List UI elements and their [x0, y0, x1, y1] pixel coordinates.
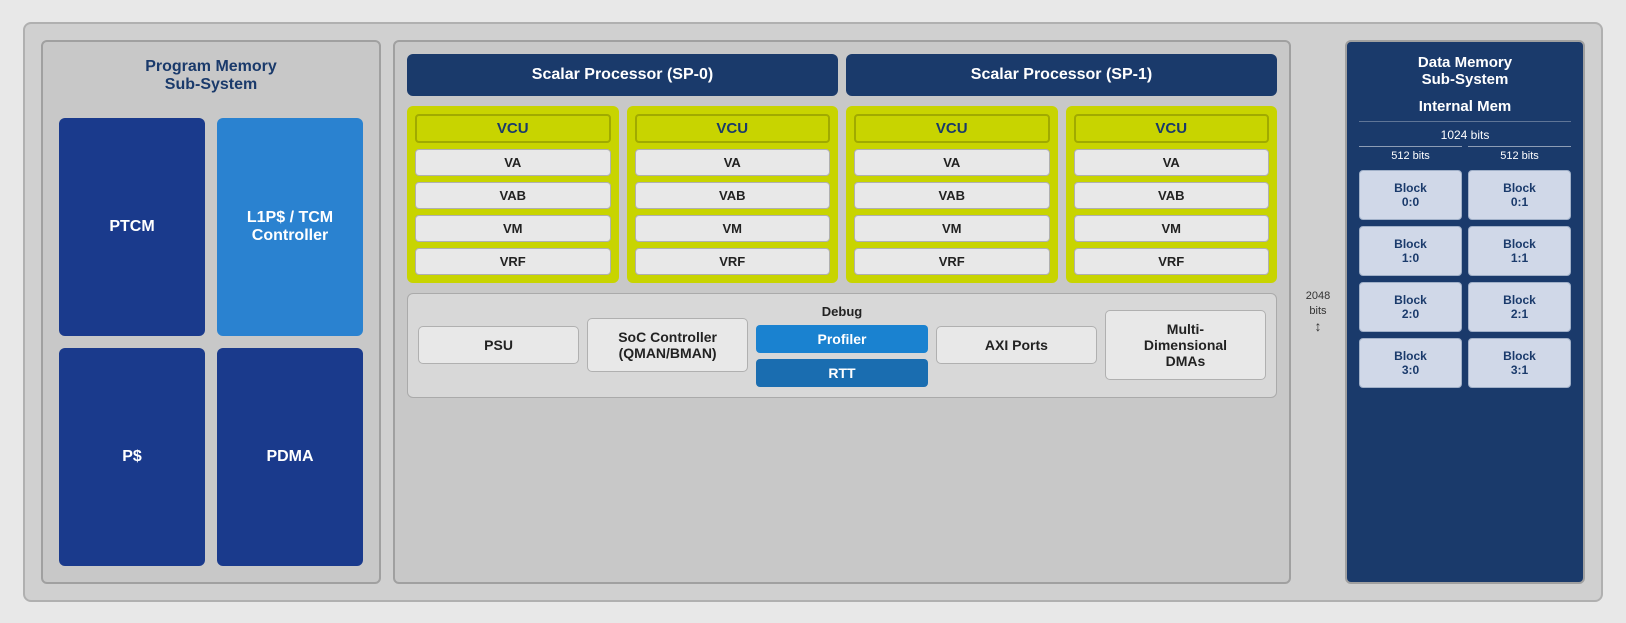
right-panel: Data Memory Sub-System Internal Mem 1024… — [1345, 40, 1585, 584]
axi-block: AXI Ports — [936, 326, 1097, 364]
bits-512-right-label: 512 bits — [1468, 146, 1571, 162]
block-31: Block 3:1 — [1468, 338, 1571, 388]
vcu2-va: VA — [854, 149, 1050, 176]
vcu2-vrf: VRF — [854, 248, 1050, 275]
debug-label: Debug — [822, 304, 862, 319]
bits-2048-annotation: 2048 bits ↕ — [1303, 40, 1333, 584]
l1p-block: L1P$ / TCM Controller — [217, 118, 363, 336]
arrow-container: ↕ — [1315, 318, 1322, 334]
arrow-up: ↕ — [1315, 318, 1322, 334]
vcu3-vab: VAB — [1074, 182, 1270, 209]
vcu0-header: VCU — [415, 114, 611, 143]
vcu-group-3: VCU VA VAB VM VRF — [1066, 106, 1278, 283]
bottom-row: PSU SoC Controller (QMAN/BMAN) Debug Pro… — [407, 293, 1277, 398]
bits-512-row: 512 bits 512 bits — [1359, 146, 1571, 162]
vcu-group-0: VCU VA VAB VM VRF — [407, 106, 619, 283]
vcu3-va: VA — [1074, 149, 1270, 176]
vcu0-vab: VAB — [415, 182, 611, 209]
block-11: Block 1:1 — [1468, 226, 1571, 276]
vcu0-va: VA — [415, 149, 611, 176]
bits-2048-label: 2048 bits — [1306, 289, 1330, 318]
ps-block: P$ — [59, 348, 205, 566]
block-00: Block 0:0 — [1359, 170, 1462, 220]
block-21: Block 2:1 — [1468, 282, 1571, 332]
block-01: Block 0:1 — [1468, 170, 1571, 220]
main-container: Program Memory Sub-System PTCM L1P$ / TC… — [23, 22, 1603, 602]
vcu-group-1: VCU VA VAB VM VRF — [627, 106, 839, 283]
pdma-block: PDMA — [217, 348, 363, 566]
middle-panel: Scalar Processor (SP-0) Scalar Processor… — [393, 40, 1291, 584]
block-30: Block 3:0 — [1359, 338, 1462, 388]
vcu3-vrf: VRF — [1074, 248, 1270, 275]
vcu1-vm: VM — [635, 215, 831, 242]
vcu1-vab: VAB — [635, 182, 831, 209]
vcu-row: VCU VA VAB VM VRF VCU VA VAB VM VRF VCU … — [407, 106, 1277, 283]
vcu2-header: VCU — [854, 114, 1050, 143]
sp-row: Scalar Processor (SP-0) Scalar Processor… — [407, 54, 1277, 96]
internal-mem-title: Internal Mem — [1359, 98, 1571, 122]
vcu0-vrf: VRF — [415, 248, 611, 275]
vcu-group-2: VCU VA VAB VM VRF — [846, 106, 1058, 283]
block-grid: Block 0:0 Block 0:1 Block 1:0 Block 1:1 … — [1359, 170, 1571, 388]
sp0-header: Scalar Processor (SP-0) — [407, 54, 838, 96]
bits-1024-label: 1024 bits — [1441, 128, 1490, 142]
right-panel-title: Data Memory Sub-System — [1418, 54, 1512, 88]
vcu1-header: VCU — [635, 114, 831, 143]
block-10: Block 1:0 — [1359, 226, 1462, 276]
left-panel-title: Program Memory Sub-System — [59, 58, 363, 94]
sp1-header: Scalar Processor (SP-1) — [846, 54, 1277, 96]
left-grid: PTCM L1P$ / TCM Controller P$ PDMA — [59, 118, 363, 566]
vcu1-va: VA — [635, 149, 831, 176]
ptcm-block: PTCM — [59, 118, 205, 336]
vcu2-vab: VAB — [854, 182, 1050, 209]
vcu0-vm: VM — [415, 215, 611, 242]
vcu1-vrf: VRF — [635, 248, 831, 275]
dma-block: Multi- Dimensional DMAs — [1105, 310, 1266, 380]
block-20: Block 2:0 — [1359, 282, 1462, 332]
debug-block: Debug Profiler RTT — [756, 304, 928, 387]
psu-block: PSU — [418, 326, 579, 364]
bits-512-left-label: 512 bits — [1359, 146, 1462, 162]
vcu3-vm: VM — [1074, 215, 1270, 242]
left-panel: Program Memory Sub-System PTCM L1P$ / TC… — [41, 40, 381, 584]
rtt-button[interactable]: RTT — [756, 359, 928, 387]
profiler-button[interactable]: Profiler — [756, 325, 928, 353]
vcu2-vm: VM — [854, 215, 1050, 242]
soc-block: SoC Controller (QMAN/BMAN) — [587, 318, 748, 372]
vcu3-header: VCU — [1074, 114, 1270, 143]
